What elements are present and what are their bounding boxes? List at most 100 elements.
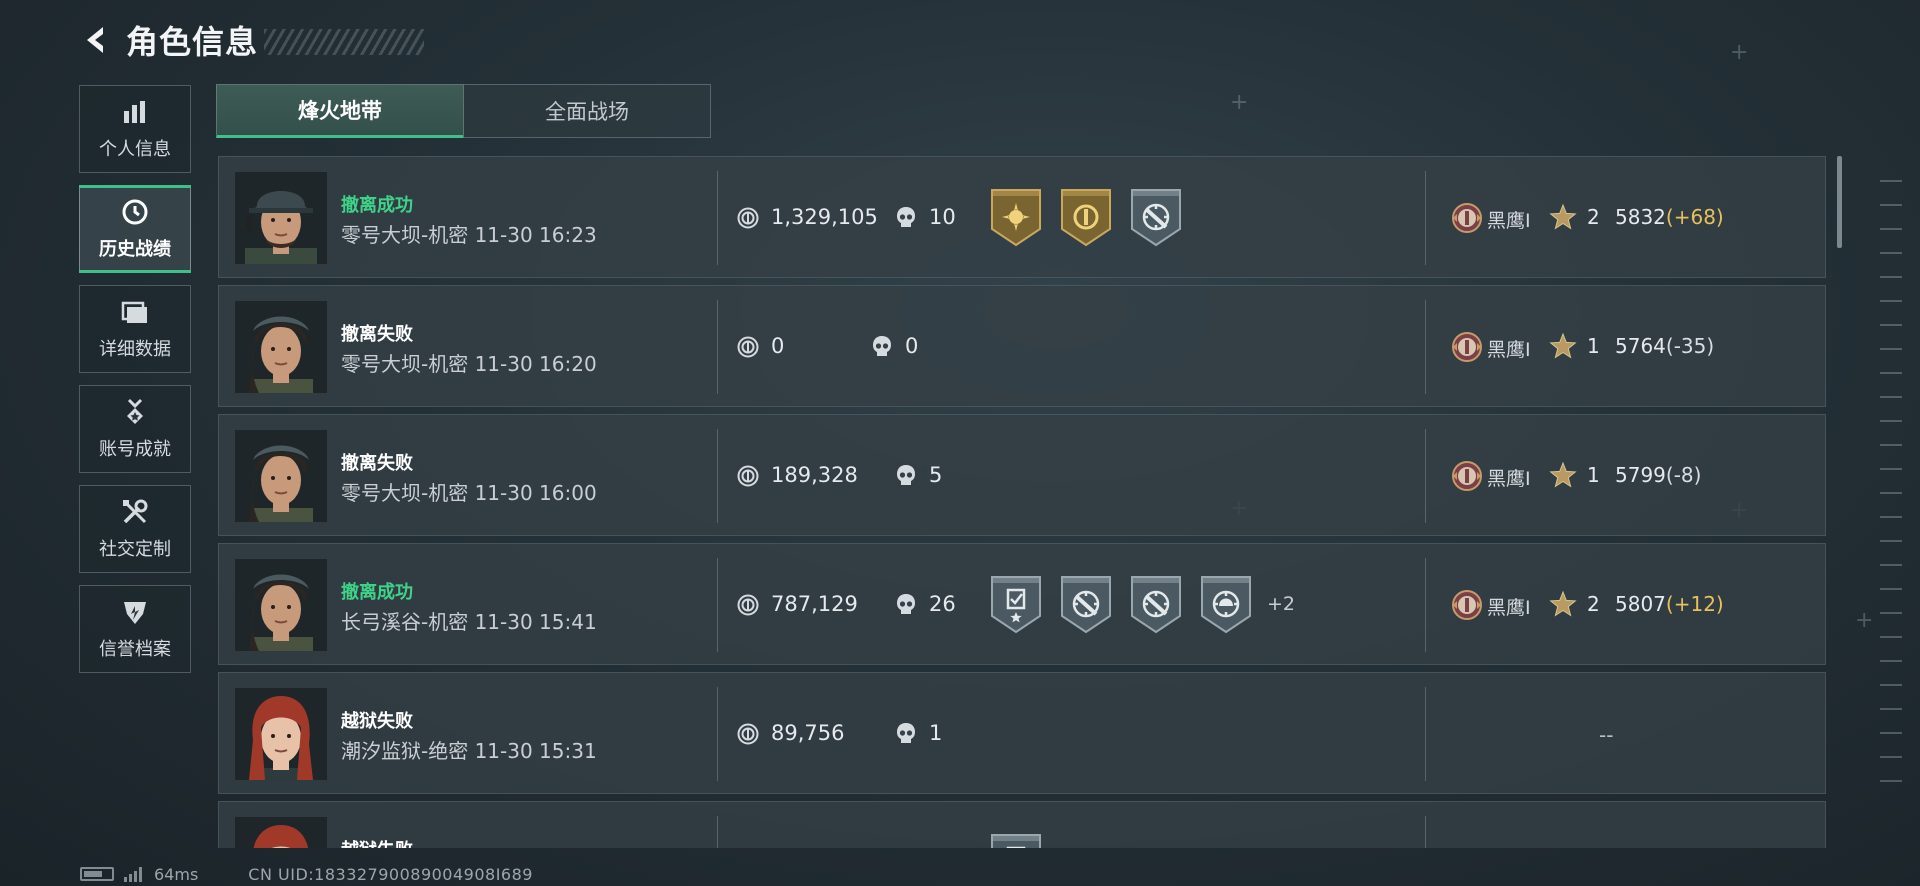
money-icon xyxy=(737,207,759,229)
sidebar-item-social-custom[interactable]: 社交定制 xyxy=(79,485,191,573)
match-history-list: 撤离成功 零号大坝-机密 11-30 16:23 1,329,105 10 黑鹰I 2 58… xyxy=(218,156,1826,848)
tab-full-battlefield[interactable]: 全面战场 xyxy=(463,84,711,138)
star-count: 2 xyxy=(1587,205,1600,229)
sun-emblem-icon[interactable] xyxy=(989,187,1043,247)
money-value: 787,129 xyxy=(771,592,858,616)
star-icon xyxy=(1549,461,1577,489)
match-map-time: 零号大坝-机密 11-30 16:23 xyxy=(341,223,597,247)
status-footer: 64ms CN UID:18332790089004908I689 xyxy=(80,864,533,884)
crosshair-icon[interactable] xyxy=(1129,187,1183,247)
match-row[interactable]: 越狱失败 潮汐监狱-绝密 11-30 15:31 89,756 1 -- xyxy=(218,672,1826,794)
achievement-badges: +2 xyxy=(989,574,1295,634)
folder-icon xyxy=(120,297,150,327)
star-count: 1 xyxy=(1587,334,1600,358)
money-icon xyxy=(737,723,759,745)
rank-name: 黑鹰I xyxy=(1487,339,1531,361)
skull-icon xyxy=(895,206,917,230)
rank-emblem-icon xyxy=(1451,202,1483,234)
match-status: 撤离失败 xyxy=(341,324,413,345)
ping-text: 64ms xyxy=(154,864,199,884)
operator-avatar xyxy=(235,301,327,393)
laurel-emblem-icon[interactable] xyxy=(1059,187,1113,247)
battery-icon xyxy=(80,867,114,881)
skull-icon xyxy=(895,722,917,746)
match-status: 越狱失败 xyxy=(341,836,413,848)
clipboard-star-icon[interactable] xyxy=(989,832,1043,848)
page-header: 角色信息 xyxy=(76,18,425,62)
sidebar: 个人信息 历史战绩 详细数据 账号成就 社交定制 信誉档案 xyxy=(79,85,191,685)
row-divider xyxy=(717,816,718,848)
match-row[interactable]: 撤离成功 零号大坝-机密 11-30 16:23 1,329,105 10 黑鹰I 2 58… xyxy=(218,156,1826,278)
sidebar-item-personal-info[interactable]: 个人信息 xyxy=(79,85,191,173)
sidebar-item-match-history[interactable]: 历史战绩 xyxy=(79,185,191,273)
operator-avatar xyxy=(235,817,327,848)
sidebar-item-label: 信誉档案 xyxy=(99,639,171,660)
kill-count: 0 xyxy=(905,334,919,358)
match-map-time: 零号大坝-机密 11-30 16:00 xyxy=(341,481,597,505)
money-icon xyxy=(737,465,759,487)
medal-icon xyxy=(120,397,150,427)
row-divider xyxy=(717,171,718,265)
star-count: 1 xyxy=(1587,463,1600,487)
row-divider xyxy=(1425,816,1426,848)
kill-count: 1 xyxy=(929,721,943,745)
money-value: 189,328 xyxy=(771,463,858,487)
rank-name: 黑鹰I xyxy=(1487,210,1531,232)
star-icon xyxy=(1549,203,1577,231)
score-value: 5799 xyxy=(1615,463,1666,487)
match-row[interactable]: 撤离成功 长弓溪谷-机密 11-30 15:41 787,129 26 +2 黑鹰I 2 58… xyxy=(218,543,1826,665)
crosshair-icon[interactable] xyxy=(1059,574,1113,634)
money-value: 1,329,105 xyxy=(771,205,878,229)
score-delta: (-8) xyxy=(1665,463,1702,487)
star-icon xyxy=(1549,590,1577,618)
crosshair-icon[interactable] xyxy=(1129,574,1183,634)
sidebar-item-achievements[interactable]: 账号成就 xyxy=(79,385,191,473)
sidebar-item-label: 账号成就 xyxy=(99,439,171,460)
operator-avatar xyxy=(235,559,327,651)
score-value: 5764 xyxy=(1615,334,1666,358)
helmet-target-icon[interactable] xyxy=(1199,574,1253,634)
money-value: 89,756 xyxy=(771,721,845,745)
skull-icon xyxy=(895,464,917,488)
score-delta: (+12) xyxy=(1665,592,1724,616)
match-status: 撤离成功 xyxy=(341,195,413,216)
back-arrow-icon[interactable] xyxy=(76,20,116,60)
star-icon xyxy=(1549,332,1577,360)
match-row[interactable]: 越狱失败 xyxy=(218,801,1826,848)
score-delta: (+68) xyxy=(1665,205,1724,229)
sidebar-item-label: 社交定制 xyxy=(99,539,171,560)
skull-icon xyxy=(895,593,917,617)
rank-score: 5764(-35) xyxy=(1615,334,1714,358)
row-divider xyxy=(717,429,718,523)
clipboard-star-icon[interactable] xyxy=(989,574,1043,634)
rank-name: 黑鹰I xyxy=(1487,597,1531,619)
money-icon xyxy=(737,594,759,616)
row-divider xyxy=(1425,558,1426,652)
sidebar-item-label: 历史战绩 xyxy=(99,239,171,260)
row-divider xyxy=(1425,429,1426,523)
sidebar-item-detailed-data[interactable]: 详细数据 xyxy=(79,285,191,373)
match-row[interactable]: 撤离失败 零号大坝-机密 11-30 16:00 189,328 5 黑鹰I 1 5799(… xyxy=(218,414,1826,536)
rank-emblem-icon xyxy=(1451,589,1483,621)
match-row[interactable]: 撤离失败 零号大坝-机密 11-30 16:20 0 0 黑鹰I 1 5764(-35) xyxy=(218,285,1826,407)
more-badges-count[interactable]: +2 xyxy=(1267,593,1295,615)
row-divider xyxy=(1425,171,1426,265)
no-rank-placeholder: -- xyxy=(1599,723,1614,747)
score-value: 5832 xyxy=(1615,205,1666,229)
row-divider xyxy=(717,300,718,394)
sidebar-item-label: 个人信息 xyxy=(99,139,171,160)
match-status: 撤离成功 xyxy=(341,582,413,603)
operator-avatar xyxy=(235,688,327,780)
match-map-time: 长弓溪谷-机密 11-30 15:41 xyxy=(341,610,597,634)
tab-extraction-zone[interactable]: 烽火地带 xyxy=(216,84,464,138)
row-divider xyxy=(1425,300,1426,394)
page-title: 角色信息 xyxy=(126,23,259,61)
rank-emblem-icon xyxy=(1451,331,1483,363)
sidebar-item-credit-archive[interactable]: 信誉档案 xyxy=(79,585,191,673)
rank-score: 5832(+68) xyxy=(1615,205,1724,229)
list-scrollbar[interactable] xyxy=(1837,156,1842,248)
clock-icon xyxy=(120,197,150,227)
score-delta: (-35) xyxy=(1665,334,1715,358)
sidebar-item-label: 详细数据 xyxy=(99,339,171,360)
mode-tabs: 烽火地带 全面战场 xyxy=(216,84,711,138)
